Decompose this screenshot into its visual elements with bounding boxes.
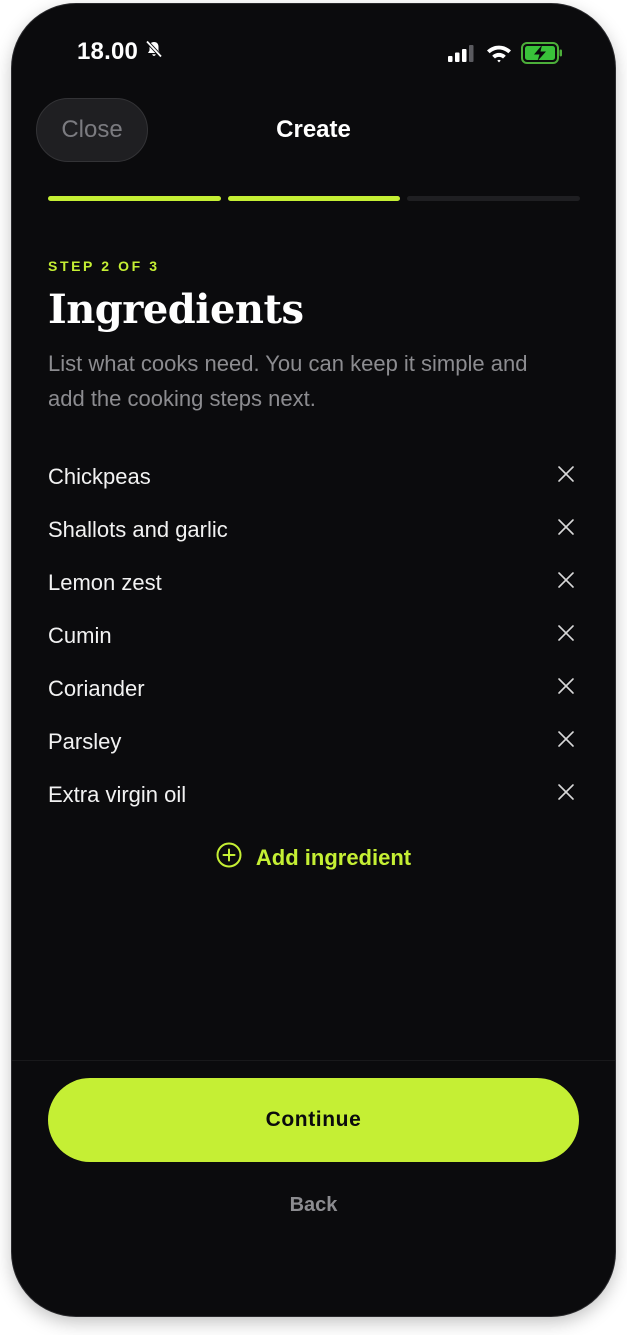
ingredient-name[interactable]: Extra virgin oil [48, 782, 186, 808]
ingredient-list: Chickpeas Shallots and garlic Lemon zest Cu… [48, 450, 580, 821]
ingredient-row: Coriander [48, 662, 580, 715]
ingredient-name[interactable]: Parsley [48, 729, 121, 755]
progress-indicator [48, 196, 581, 201]
close-icon [558, 624, 574, 641]
wifi-icon [486, 44, 512, 68]
status-bar: 18.00 [12, 4, 615, 94]
remove-ingredient-button[interactable] [552, 619, 580, 647]
progress-segment-complete [48, 196, 221, 201]
progress-segment-pending [407, 196, 581, 201]
step-label: STEP 2 OF 3 [48, 258, 160, 274]
remove-ingredient-button[interactable] [552, 778, 580, 806]
footer-divider [12, 1060, 615, 1061]
bell-slash-icon [144, 38, 164, 66]
close-icon [558, 571, 574, 588]
remove-ingredient-button[interactable] [552, 672, 580, 700]
plus-circle-icon [216, 842, 242, 874]
close-icon [558, 465, 574, 482]
header-title: Create [276, 116, 351, 143]
status-time: 18.00 [77, 38, 139, 65]
ingredient-row: Parsley [48, 715, 580, 768]
remove-ingredient-button[interactable] [552, 566, 580, 594]
back-button[interactable]: Back [12, 1194, 615, 1217]
battery-charging-icon [521, 42, 563, 69]
continue-button[interactable]: Continue [48, 1078, 579, 1162]
remove-ingredient-button[interactable] [552, 513, 580, 541]
ingredient-name[interactable]: Coriander [48, 676, 145, 702]
progress-segment-complete [227, 196, 401, 201]
ingredient-name[interactable]: Shallots and garlic [48, 517, 228, 543]
remove-ingredient-button[interactable] [552, 460, 580, 488]
ingredient-row: Shallots and garlic [48, 503, 580, 556]
close-icon [558, 518, 574, 535]
add-ingredient-label: Add ingredient [255, 845, 412, 870]
page-subtitle: List what cooks need. You can keep it si… [48, 351, 528, 411]
signal-icon [447, 44, 477, 67]
ingredient-name[interactable]: Lemon zest [48, 570, 162, 596]
remove-ingredient-button[interactable] [552, 725, 580, 753]
status-time-group: 18.00 [77, 38, 164, 66]
status-icons [447, 42, 563, 69]
ingredient-row: Chickpeas [48, 450, 580, 503]
ingredient-row: Cumin [48, 609, 580, 662]
add-ingredient-button[interactable]: Add ingredient [12, 842, 615, 874]
close-icon [558, 730, 574, 747]
ingredient-row: Extra virgin oil [48, 768, 580, 821]
page-title: Ingredients [48, 286, 304, 333]
close-icon [558, 677, 574, 694]
ingredient-name[interactable]: Chickpeas [48, 464, 151, 490]
ingredient-name[interactable]: Cumin [48, 623, 112, 649]
phone-screen: 18.00 Close Create STEP 2 OF 3 Ingredien… [12, 4, 615, 1316]
close-icon [558, 783, 574, 800]
ingredient-row: Lemon zest [48, 556, 580, 609]
